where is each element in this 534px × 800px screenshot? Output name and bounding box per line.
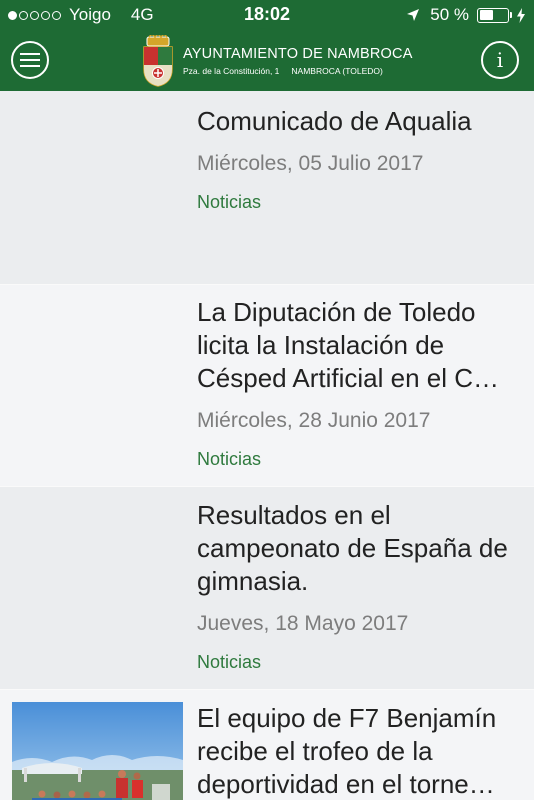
news-item-body: Comunicado de Aqualia Miércoles, 05 Juli…	[197, 105, 520, 213]
municipality-address: Pza. de la Constitución, 1	[183, 66, 280, 76]
news-item-body: Resultados en el campeonato de España de…	[197, 499, 520, 673]
news-date: Miércoles, 28 Junio 2017	[197, 409, 431, 432]
news-item[interactable]: Comunicado de Aqualia Miércoles, 05 Juli…	[0, 91, 534, 285]
battery-percentage: 50 %	[430, 5, 469, 24]
info-icon: i	[496, 48, 504, 72]
news-category[interactable]: Noticias	[197, 449, 520, 470]
news-list: Comunicado de Aqualia Miércoles, 05 Juli…	[0, 91, 534, 800]
news-item-body: La Diputación de Toledo licita la Instal…	[197, 296, 520, 470]
battery-tip	[510, 12, 512, 18]
municipality-title: AYUNTAMIENTO DE NAMBROCA	[183, 46, 413, 62]
news-title: La Diputación de Toledo licita la Instal…	[197, 297, 500, 393]
news-item[interactable]: El equipo de F7 Benjamín recibe el trofe…	[0, 690, 534, 800]
news-category[interactable]: Noticias	[197, 192, 520, 213]
charging-bolt-icon	[517, 7, 525, 23]
status-right: 50 %	[406, 5, 526, 25]
app-header: AYUNTAMIENTO DE NAMBROCA Pza. de la Cons…	[0, 30, 534, 91]
news-title: El equipo de F7 Benjamín recibe el trofe…	[197, 703, 497, 799]
municipality-address-line: Pza. de la Constitución, 1 NAMBROCA (TOLE…	[183, 66, 413, 76]
municipality-town: NAMBROCA (TOLEDO)	[291, 66, 383, 76]
news-title: Comunicado de Aqualia	[197, 106, 472, 136]
team-photo-image	[12, 702, 183, 800]
info-button[interactable]: i	[481, 41, 519, 79]
menu-button[interactable]	[11, 41, 49, 79]
status-bar: Yoigo 4G 18:02 50 %	[0, 0, 534, 30]
news-item[interactable]: Resultados en el campeonato de España de…	[0, 487, 534, 690]
coat-of-arms-icon	[143, 35, 173, 87]
news-date: Miércoles, 05 Julio 2017	[197, 152, 424, 175]
news-date: Jueves, 18 Mayo 2017	[197, 612, 409, 635]
battery-level	[479, 10, 493, 20]
news-title: Resultados en el campeonato de España de…	[197, 500, 508, 596]
logo-text: AYUNTAMIENTO DE NAMBROCA Pza. de la Cons…	[183, 46, 413, 76]
hamburger-menu-icon	[20, 53, 40, 67]
location-arrow-icon	[407, 9, 420, 21]
news-category[interactable]: Noticias	[197, 652, 520, 673]
news-thumbnail[interactable]	[12, 702, 183, 800]
news-item[interactable]: La Diputación de Toledo licita la Instal…	[0, 285, 534, 487]
news-item-body: El equipo de F7 Benjamín recibe el trofe…	[197, 702, 520, 800]
battery-icon	[477, 7, 509, 23]
municipality-logo[interactable]: AYUNTAMIENTO DE NAMBROCA Pza. de la Cons…	[141, 35, 413, 87]
